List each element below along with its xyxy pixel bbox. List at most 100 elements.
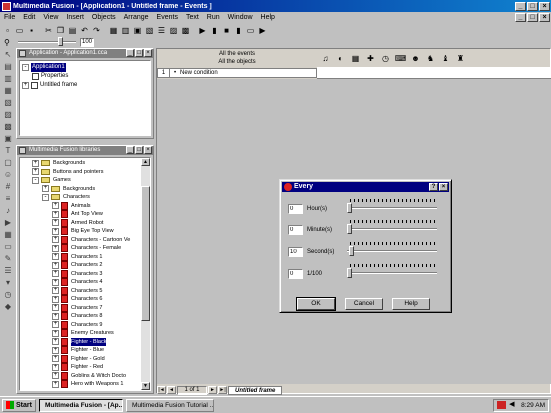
library-item[interactable]: + Big Eye Top View	[22, 227, 140, 236]
mdi-minimize-button[interactable]: _	[515, 13, 526, 22]
last-frame-button[interactable]: ►|	[218, 386, 227, 394]
menu-insert[interactable]: Insert	[62, 14, 88, 21]
expand-expander[interactable]: +	[52, 312, 59, 320]
expand-expander[interactable]: +	[32, 159, 39, 167]
menu-run[interactable]: Run	[203, 14, 224, 21]
expand-expander[interactable]: +	[52, 219, 59, 227]
tree-item-frame[interactable]: + Untitled frame	[22, 81, 148, 90]
player-icon[interactable]: ☻	[409, 52, 422, 65]
expand-expander[interactable]: +	[52, 270, 59, 278]
string-tool-icon[interactable]: ≡	[2, 194, 14, 204]
tree-item-application[interactable]: - Application1	[22, 63, 148, 72]
library-folder[interactable]: + Buttons and pointers	[22, 168, 140, 177]
active-tool-icon[interactable]: ☺	[2, 170, 14, 180]
library-minimize-button[interactable]: _	[126, 146, 134, 154]
expand-expander[interactable]: +	[52, 346, 59, 354]
run-frame-icon[interactable]: ▭	[245, 25, 256, 36]
expand-expander[interactable]: +	[52, 278, 59, 286]
edit-tool-icon[interactable]: ✎	[2, 254, 14, 264]
library-item[interactable]: + Characters - Cartoon Ve	[22, 235, 140, 245]
combo-tool-icon[interactable]: ▾	[2, 278, 14, 288]
hours-slider-thumb[interactable]	[347, 203, 352, 213]
grid-icon[interactable]: ▩	[180, 25, 191, 36]
minutes-slider[interactable]	[347, 220, 437, 235]
mouse-keyboard-icon[interactable]: ⌨	[394, 52, 407, 65]
select-tool-icon[interactable]: ↖	[2, 50, 14, 60]
library-item[interactable]: + Characters 6	[22, 295, 140, 304]
library-item[interactable]: + Hero with Weapons 1	[22, 380, 140, 389]
backdrop-tool-icon[interactable]: ▢	[2, 158, 14, 168]
tree-item-properties[interactable]: Properties	[22, 72, 148, 81]
workspace-minimize-button[interactable]: _	[126, 49, 134, 57]
expand-expander[interactable]: +	[52, 304, 59, 312]
library-item[interactable]: + Ant Top View	[22, 210, 140, 219]
taskbar-item-tutorial[interactable]: Multimedia Fusion Tutorial ...	[125, 398, 214, 412]
expand-expander[interactable]: +	[52, 210, 59, 218]
misc-tool-icon[interactable]: ◆	[2, 302, 14, 312]
library-item[interactable]: + Fighter - Blue	[22, 346, 140, 355]
library-item[interactable]: + Fighter - Red	[22, 363, 140, 372]
scroll-thumb[interactable]	[141, 186, 150, 321]
expand-expander[interactable]: +	[52, 287, 59, 295]
expand-expander[interactable]: +	[52, 253, 59, 261]
library-maximize-button[interactable]: □	[135, 146, 143, 154]
library-item[interactable]: + Characters 2	[22, 261, 140, 270]
expand-expander[interactable]: +	[52, 372, 59, 380]
order-tool-icon[interactable]: ▧	[2, 98, 14, 108]
help-title-button[interactable]: ?	[429, 183, 438, 191]
library-folder[interactable]: + Backgrounds	[22, 185, 140, 194]
expand-expander[interactable]: +	[52, 355, 59, 363]
library-folder[interactable]: - Games	[22, 176, 140, 185]
expand-expander[interactable]: +	[42, 185, 49, 193]
new-condition-label[interactable]: New condition	[180, 69, 218, 77]
hundredths-slider[interactable]	[347, 264, 437, 279]
cut-icon[interactable]: ✂	[43, 25, 54, 36]
snap-tool-icon[interactable]: ▣	[2, 134, 14, 144]
volume-icon[interactable]: ◀	[509, 401, 518, 409]
maximize-button[interactable]: □	[527, 1, 538, 11]
picture-tool-icon[interactable]: ▦	[2, 230, 14, 240]
library-item[interactable]: + Fighter - Gold	[22, 354, 140, 364]
next-frame-button[interactable]: ►	[208, 386, 217, 394]
scroll-up-button[interactable]: ▲	[141, 158, 150, 166]
taskbar-item-fusion[interactable]: Multimedia Fusion - [Ap...	[38, 398, 123, 412]
library-item[interactable]: + Characters 1	[22, 252, 140, 262]
active-object-2-icon[interactable]: ♝	[439, 52, 452, 65]
menu-arrange[interactable]: Arrange	[120, 14, 153, 21]
button-tool-icon[interactable]: ▭	[2, 242, 14, 252]
lock-tool-icon[interactable]: ▨	[2, 110, 14, 120]
event-list-icon[interactable]: ☰	[156, 25, 167, 36]
sound-icon[interactable]: ♫	[319, 52, 332, 65]
play-icon[interactable]: ▶	[197, 25, 208, 36]
start-button[interactable]: Start	[2, 398, 36, 412]
library-item[interactable]: + Characters 7	[22, 303, 140, 313]
library-scrollbar[interactable]: ▲ ▼	[141, 158, 150, 390]
step-icon[interactable]: ▮	[233, 25, 244, 36]
cancel-button[interactable]: Cancel	[345, 298, 383, 310]
library-item[interactable]: + Animals	[22, 201, 140, 211]
seconds-slider-thumb[interactable]	[348, 246, 354, 256]
stop-icon[interactable]: ■	[221, 25, 232, 36]
expand-expander[interactable]: +	[52, 202, 59, 210]
seconds-slider[interactable]	[347, 242, 437, 257]
run-application-icon[interactable]: ▶	[257, 25, 268, 36]
expand-expander[interactable]: +	[22, 82, 29, 89]
group-tool-icon[interactable]: ▦	[2, 86, 14, 96]
hundredths-input[interactable]	[288, 268, 303, 279]
timer-tool-icon[interactable]: ◷	[2, 290, 14, 300]
library-item[interactable]: + Characters 9	[22, 320, 140, 330]
scroll-down-button[interactable]: ▼	[141, 382, 150, 390]
expand-expander[interactable]: +	[52, 295, 59, 303]
event-grid[interactable]	[317, 67, 551, 79]
menu-help[interactable]: Help	[257, 14, 279, 21]
library-close-button[interactable]: ×	[144, 146, 152, 154]
expand-expander[interactable]: +	[52, 380, 59, 388]
network-icon[interactable]	[497, 401, 507, 409]
ok-button[interactable]: OK	[296, 297, 336, 311]
minimize-button[interactable]: _	[515, 1, 526, 11]
expand-expander[interactable]: +	[52, 363, 59, 371]
menu-objects[interactable]: Objects	[88, 14, 120, 21]
list-tool-icon[interactable]: ☰	[2, 266, 14, 276]
menu-edit[interactable]: Edit	[19, 14, 39, 21]
active-object-icon[interactable]: ♞	[424, 52, 437, 65]
